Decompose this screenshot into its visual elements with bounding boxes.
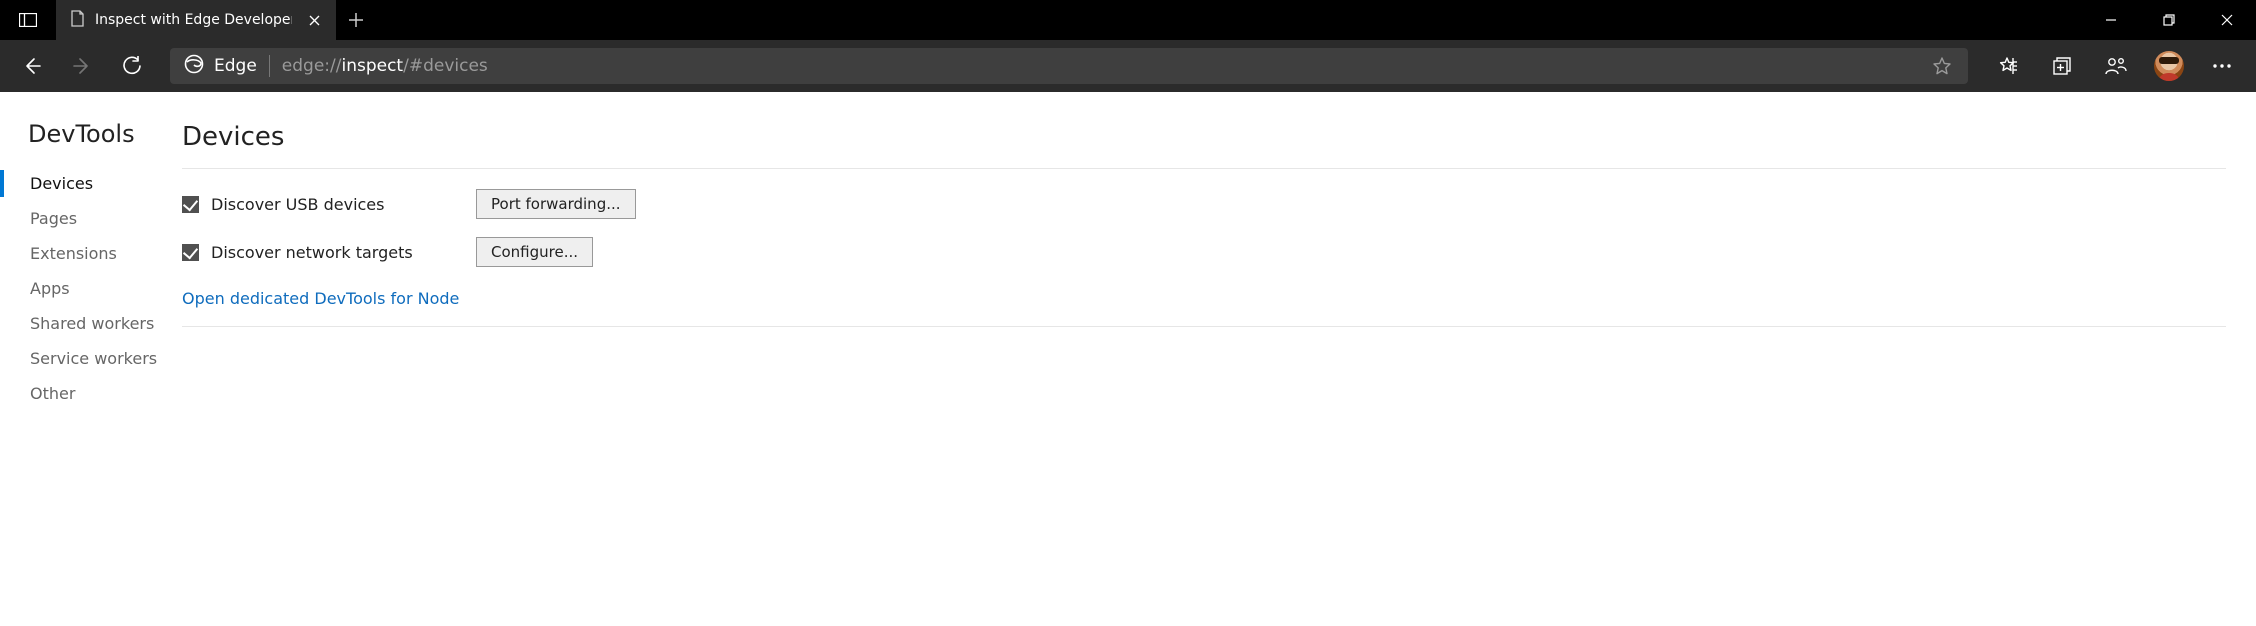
page-icon	[70, 10, 85, 31]
window-close-button[interactable]	[2198, 0, 2256, 40]
checkbox-discover-network[interactable]	[182, 244, 199, 261]
sidebar-item-shared-workers[interactable]: Shared workers	[0, 306, 182, 341]
more-menu-button[interactable]	[2198, 44, 2246, 88]
favorite-button[interactable]	[1926, 57, 1958, 75]
back-button[interactable]	[10, 44, 54, 88]
sidebar-item-label: Apps	[30, 279, 70, 298]
configure-button[interactable]: Configure...	[476, 237, 593, 267]
port-forwarding-button[interactable]: Port forwarding...	[476, 189, 636, 219]
refresh-button[interactable]	[110, 44, 154, 88]
tab-close-button[interactable]	[302, 8, 326, 32]
collections-button[interactable]	[2038, 44, 2086, 88]
row-discover-network: Discover network targets Configure...	[182, 237, 2226, 267]
page-title: Devices	[182, 122, 2226, 168]
checkbox-discover-usb[interactable]	[182, 196, 199, 213]
window-minimize-button[interactable]	[2082, 0, 2140, 40]
main-panel: Devices Discover USB devices Port forwar…	[182, 92, 2256, 626]
window-controls	[2082, 0, 2256, 40]
sidebar-item-label: Extensions	[30, 244, 117, 263]
profile-avatar[interactable]	[2154, 51, 2184, 81]
checkbox-label: Discover USB devices	[211, 195, 384, 214]
tab-actions-button[interactable]	[0, 0, 56, 40]
sidebar-item-service-workers[interactable]: Service workers	[0, 341, 182, 376]
open-devtools-node-link[interactable]: Open dedicated DevTools for Node	[182, 285, 459, 326]
favorites-button[interactable]	[1984, 44, 2032, 88]
sidebar-item-label: Other	[30, 384, 75, 403]
sidebar: DevTools Devices Pages Extensions Apps S…	[0, 92, 182, 626]
sidebar-item-label: Service workers	[30, 349, 157, 368]
divider	[182, 326, 2226, 327]
url-host: inspect	[341, 56, 403, 76]
site-identity-label: Edge	[214, 56, 257, 76]
checkbox-label: Discover network targets	[211, 243, 413, 262]
sidebar-item-label: Shared workers	[30, 314, 154, 333]
sidebar-item-devices[interactable]: Devices	[0, 166, 182, 201]
profile-switch-button[interactable]	[2092, 44, 2140, 88]
browser-tab-active[interactable]: Inspect with Edge Developer Too	[56, 0, 336, 40]
edge-logo-icon	[184, 54, 204, 79]
url-scheme: edge://	[282, 56, 342, 76]
site-identity[interactable]: Edge	[184, 54, 257, 79]
addressbar-separator	[269, 55, 270, 77]
sidebar-title: DevTools	[0, 120, 182, 166]
sidebar-item-label: Pages	[30, 209, 77, 228]
url-text: edge:// inspect /#devices	[282, 56, 488, 76]
sidebar-item-apps[interactable]: Apps	[0, 271, 182, 306]
page-content: DevTools Devices Pages Extensions Apps S…	[0, 92, 2256, 626]
titlebar: Inspect with Edge Developer Too	[0, 0, 2256, 40]
url-frag: /#devices	[403, 56, 488, 76]
address-bar[interactable]: Edge edge:// inspect /#devices	[170, 48, 1968, 84]
sidebar-item-extensions[interactable]: Extensions	[0, 236, 182, 271]
browser-toolbar: Edge edge:// inspect /#devices	[0, 40, 2256, 92]
tab-title: Inspect with Edge Developer Too	[95, 12, 292, 28]
titlebar-drag-region	[376, 0, 2082, 40]
new-tab-button[interactable]	[336, 0, 376, 40]
row-discover-usb: Discover USB devices Port forwarding...	[182, 189, 2226, 219]
sidebar-item-other[interactable]: Other	[0, 376, 182, 411]
forward-button[interactable]	[60, 44, 104, 88]
window-maximize-button[interactable]	[2140, 0, 2198, 40]
sidebar-item-pages[interactable]: Pages	[0, 201, 182, 236]
sidebar-item-label: Devices	[30, 174, 93, 193]
divider	[182, 168, 2226, 169]
